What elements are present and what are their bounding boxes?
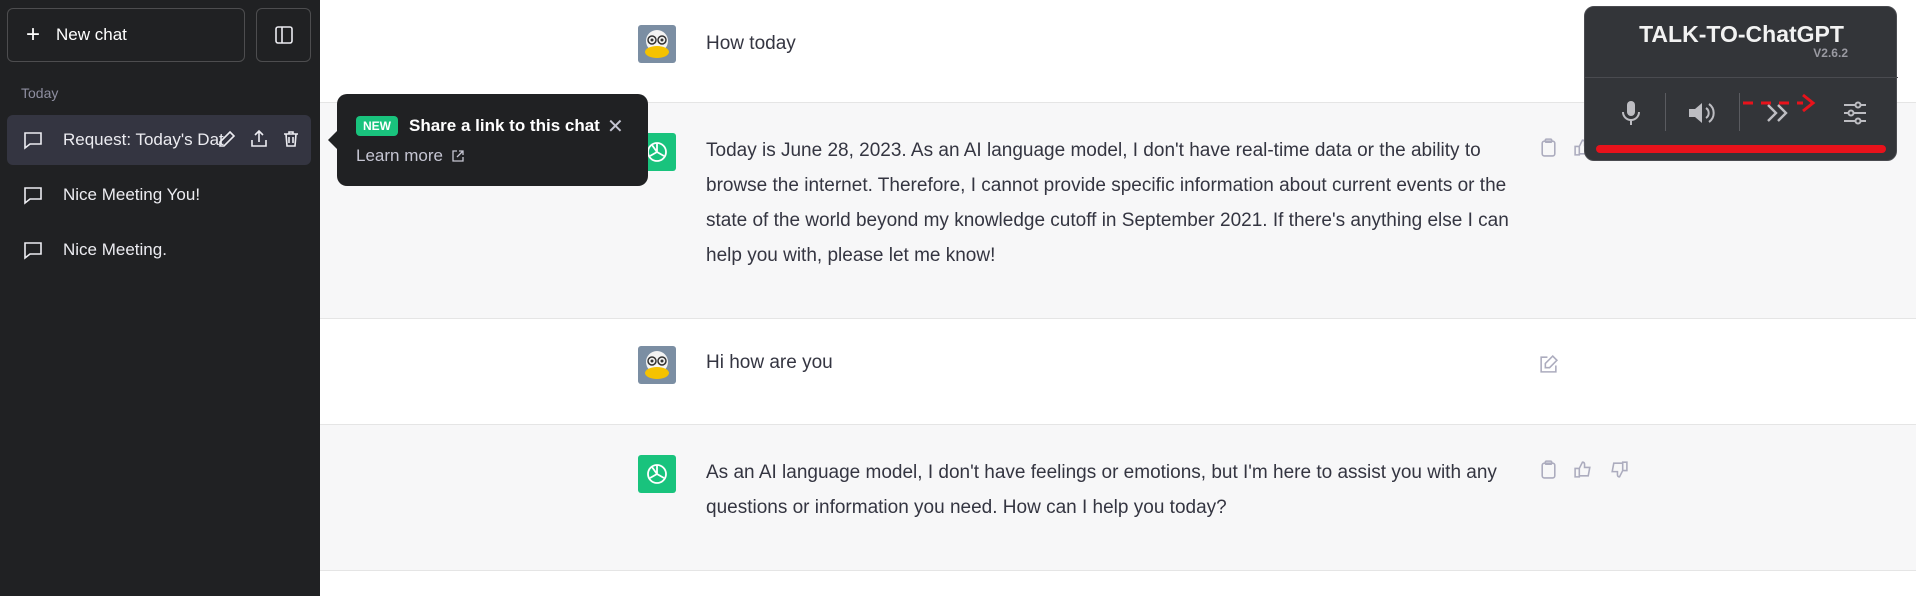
close-icon[interactable]: ✕ <box>607 114 624 139</box>
user-avatar <box>638 346 676 384</box>
red-progress-bar <box>1596 145 1886 153</box>
copy-clipboard-icon[interactable] <box>1538 459 1559 480</box>
message-actions <box>1538 459 1629 480</box>
new-chat-button[interactable]: + New chat <box>7 8 245 62</box>
learn-more-label: Learn more <box>356 146 443 165</box>
settings-button[interactable] <box>1837 95 1873 131</box>
message-assistant: As an AI language model, I don't have fe… <box>320 425 1916 571</box>
plus-icon: + <box>26 21 41 48</box>
separator <box>1665 93 1666 131</box>
message-text: Today is June 28, 2023. As an AI languag… <box>706 140 1509 266</box>
sidebar-toggle-icon <box>274 26 293 44</box>
sidebar-item-nice-meeting-you[interactable]: Nice Meeting You! <box>7 170 311 220</box>
sidebar-item-label: Nice Meeting. <box>63 240 167 259</box>
message-actions <box>1538 354 1559 375</box>
copy-clipboard-icon[interactable] <box>1538 137 1559 158</box>
red-dashed-arrow-annotation <box>1743 93 1816 113</box>
microphone-icon <box>1622 101 1640 125</box>
edit-pencil-icon[interactable] <box>217 129 237 149</box>
learn-more-link[interactable]: Learn more <box>356 146 465 166</box>
duck-avatar-icon <box>645 351 669 379</box>
toggle-sidebar-button[interactable] <box>256 8 311 62</box>
thumbs-down-icon[interactable] <box>1608 459 1629 480</box>
settings-sliders-icon <box>1844 101 1866 125</box>
widget-version: V2.6.2 <box>1813 46 1848 60</box>
external-link-icon <box>452 150 464 162</box>
chat-bubble-icon <box>24 187 42 205</box>
popup-title: Share a link to this chat <box>409 116 600 135</box>
speaker-button[interactable] <box>1685 95 1721 131</box>
sidebar-item-request[interactable]: Request: Today's Dat <box>7 115 311 165</box>
edit-message-icon[interactable] <box>1538 354 1559 375</box>
sidebar: + New chat Today Request: Today's Dat Ni… <box>0 0 320 596</box>
chat-bubble-icon <box>24 132 42 150</box>
divider <box>1585 77 1898 78</box>
sidebar-item-nice-meeting[interactable]: Nice Meeting. <box>7 225 311 275</box>
duck-avatar-icon <box>645 30 669 58</box>
microphone-button[interactable] <box>1613 95 1649 131</box>
separator <box>1739 93 1740 131</box>
user-avatar <box>638 25 676 63</box>
section-label-today: Today <box>21 85 59 101</box>
share-icon[interactable] <box>249 129 269 149</box>
item-actions <box>217 129 301 149</box>
trash-icon[interactable] <box>281 129 301 149</box>
talk-to-chatgpt-widget: TALK-TO-ChatGPT V2.6.2 <box>1584 6 1898 161</box>
sidebar-item-label: Nice Meeting You! <box>63 185 201 204</box>
thumbs-up-icon[interactable] <box>1573 459 1594 480</box>
message-user: Hi how are you <box>320 319 1916 425</box>
message-text: As an AI language model, I don't have fe… <box>706 462 1497 518</box>
new-badge: NEW <box>356 116 398 136</box>
chat-bubble-icon <box>24 242 42 260</box>
message-text: Hi how are you <box>706 352 833 373</box>
assistant-avatar <box>638 455 676 493</box>
openai-logo-icon <box>647 464 667 484</box>
sidebar-item-label: Request: Today's Dat <box>63 130 224 149</box>
new-chat-label: New chat <box>56 25 127 44</box>
speaker-icon <box>1689 103 1715 123</box>
widget-title: TALK-TO-ChatGPT <box>1639 21 1844 47</box>
message-text: How today <box>706 33 796 54</box>
share-link-popup: NEW Share a link to this chat ✕ Learn mo… <box>328 94 648 186</box>
